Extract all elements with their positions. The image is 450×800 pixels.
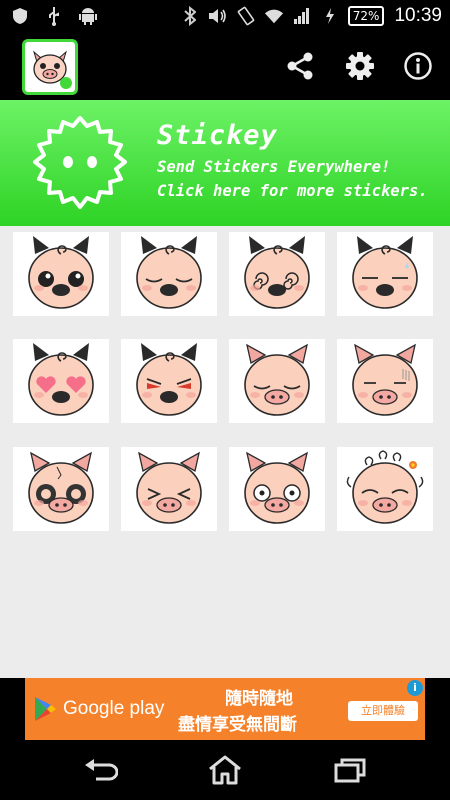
status-bar: 72% 10:39 bbox=[0, 0, 450, 33]
sticker-cat-annoyed-icon bbox=[352, 236, 418, 309]
sticker-tile[interactable] bbox=[337, 339, 433, 423]
app-logo-icon[interactable] bbox=[22, 39, 78, 95]
ad-store-label: Google play bbox=[63, 698, 165, 719]
sticker-tile[interactable] bbox=[121, 232, 217, 316]
bluetooth-icon bbox=[180, 6, 200, 26]
sticker-cat-big-eyes-icon bbox=[28, 236, 94, 309]
google-play-icon bbox=[35, 697, 56, 721]
sticker-tile[interactable] bbox=[121, 339, 217, 423]
sticker-pig-dazed-icon bbox=[244, 451, 310, 524]
sticker-cat-angry-icon bbox=[136, 343, 202, 416]
settings-icon[interactable] bbox=[344, 50, 376, 82]
sticker-tile[interactable] bbox=[121, 447, 217, 531]
ad-cta-button[interactable]: 立即體驗 bbox=[348, 701, 418, 721]
promo-banner[interactable]: Stickey Send Stickers Everywhere! Click … bbox=[0, 100, 450, 226]
sticker-pig-squint-icon bbox=[136, 451, 202, 524]
battery-indicator: 72% bbox=[347, 6, 385, 26]
sticker-tile[interactable] bbox=[337, 447, 433, 531]
clock: 10:39 bbox=[394, 5, 442, 26]
volume-icon bbox=[208, 6, 228, 26]
app-bar bbox=[0, 33, 450, 100]
sticker-pig-black-eye-icon bbox=[28, 451, 94, 524]
rotation-icon bbox=[236, 6, 256, 26]
share-icon[interactable] bbox=[284, 50, 316, 82]
sticker-tile[interactable] bbox=[13, 232, 109, 316]
usb-icon bbox=[44, 6, 64, 26]
banner-tagline: Send Stickers Everywhere! bbox=[157, 158, 391, 176]
charging-icon bbox=[320, 6, 340, 26]
sticker-cat-heart-eyes-icon bbox=[28, 343, 94, 416]
back-icon[interactable] bbox=[78, 750, 122, 790]
sticker-grid bbox=[0, 226, 450, 678]
info-icon[interactable] bbox=[402, 50, 434, 82]
ad-banner[interactable]: Google play 隨時隨地 盡情享受無間斷 立即體驗 i bbox=[0, 678, 450, 740]
stickey-mascot-icon bbox=[33, 116, 127, 209]
sticker-tile[interactable] bbox=[13, 339, 109, 423]
wifi-icon bbox=[264, 6, 284, 26]
sticker-tile[interactable] bbox=[229, 447, 325, 531]
banner-cta-text: Click here for more stickers. bbox=[157, 182, 428, 200]
banner-title: Stickey bbox=[157, 120, 278, 151]
ad-subline: 盡情享受無間斷 bbox=[178, 715, 297, 735]
sticker-cat-sleepy-icon bbox=[136, 236, 202, 309]
sticker-pig-sleepy-icon bbox=[244, 343, 310, 416]
shield-icon bbox=[10, 6, 30, 26]
sticker-tile[interactable] bbox=[229, 232, 325, 316]
sticker-tile[interactable] bbox=[337, 232, 433, 316]
signal-icon bbox=[292, 6, 312, 26]
ad-info-icon[interactable]: i bbox=[407, 680, 423, 696]
sticker-pig-shocked-icon bbox=[352, 343, 418, 416]
navigation-bar bbox=[0, 740, 450, 800]
home-icon[interactable] bbox=[203, 750, 247, 790]
sticker-tile[interactable] bbox=[13, 447, 109, 531]
sticker-pig-girl-happy-icon bbox=[346, 450, 424, 524]
sticker-cat-dizzy-icon bbox=[244, 236, 310, 309]
android-icon bbox=[78, 6, 98, 26]
ad-headline: 隨時隨地 bbox=[225, 689, 293, 709]
sticker-tile[interactable] bbox=[229, 339, 325, 423]
recents-icon[interactable] bbox=[328, 750, 372, 790]
